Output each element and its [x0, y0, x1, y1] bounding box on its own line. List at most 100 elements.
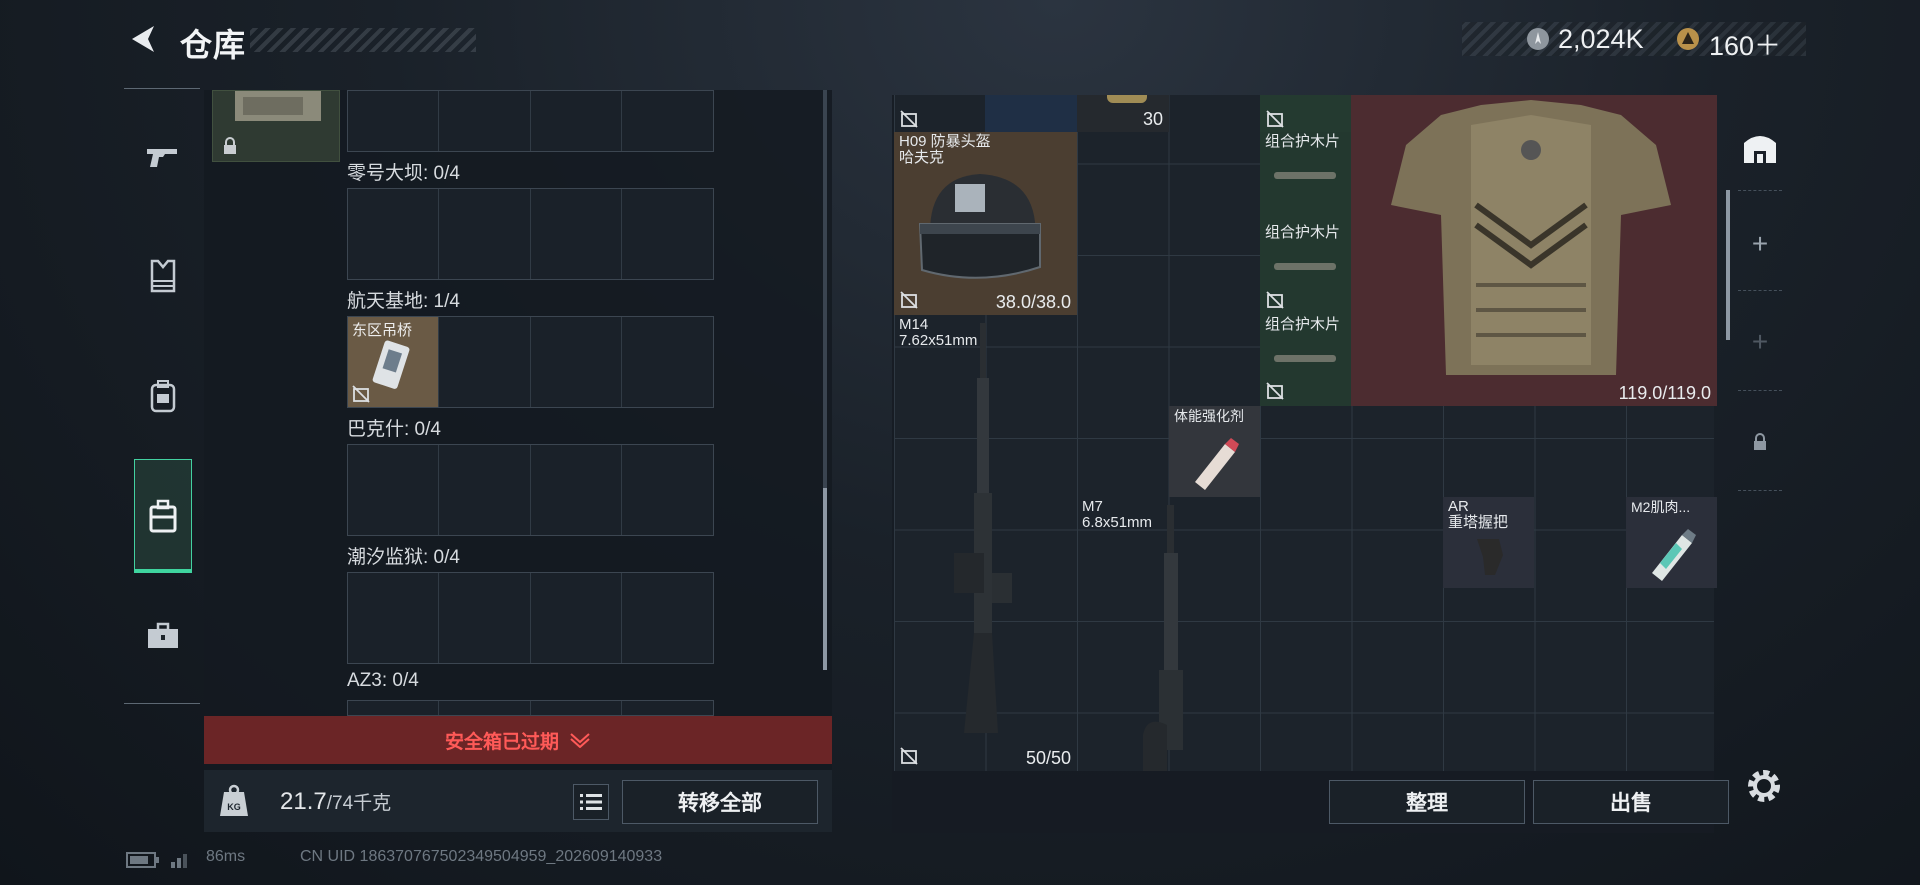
back-arrow-icon[interactable]: [126, 22, 160, 56]
handguard-icon: [1274, 263, 1336, 270]
lock-icon: [224, 137, 236, 154]
stimulant-item[interactable]: 体能强化剂: [1169, 406, 1260, 497]
settings-gear-icon[interactable]: [1744, 766, 1784, 806]
tool-divider: [1738, 290, 1782, 291]
syringe-icon: [1652, 529, 1696, 581]
case-preview-slot[interactable]: [212, 90, 340, 162]
body-armor-icon: [1391, 100, 1671, 375]
rifle-icon: [1143, 505, 1183, 771]
transfer-all-button[interactable]: 转移全部: [622, 780, 818, 824]
helmet-durability: 38.0/38.0: [995, 292, 1071, 312]
keycard-icon: [372, 340, 410, 389]
lock-icon: [1754, 433, 1766, 450]
ping-readout: 86ms: [206, 848, 246, 865]
locked-page-button[interactable]: [1738, 420, 1782, 464]
syringe-icon: [1195, 438, 1239, 490]
weight-readout: 21.7/74千克: [280, 788, 391, 816]
armor-plate-name: 组合护木片: [1265, 224, 1341, 241]
tool-divider: [1738, 390, 1782, 391]
plus-icon: +: [1751, 326, 1769, 357]
case-slots-row-3[interactable]: [347, 444, 714, 536]
weight-kg-icon: KG: [220, 784, 248, 816]
m14-rifle-item[interactable]: M14 7.62x51mm 50/50: [894, 315, 1077, 771]
m2-stim-item[interactable]: M2肌肉...: [1626, 497, 1717, 588]
case-label-space-base: 航天基地: 1/4: [347, 291, 460, 312]
list-view-button[interactable]: [573, 784, 609, 820]
case-slots-row-5[interactable]: [347, 700, 714, 716]
case-thumbnail: [235, 91, 321, 121]
silver-currency-value: 2,024K: [1558, 24, 1644, 54]
safe-box-expired-banner[interactable]: 安全箱已过期: [204, 716, 832, 764]
right-scrollbar-thumb[interactable]: [1726, 190, 1730, 340]
stash-grid[interactable]: 30 H09 防暴头盔 哈夫克 38.0/38.0 组合护木片 组合护木片 组合护…: [894, 95, 1717, 771]
toolbox-icon: [148, 622, 178, 648]
no-transfer-icon: [1266, 382, 1284, 400]
m2-name: M2肌肉...: [1631, 499, 1691, 515]
grip-icon: [1477, 539, 1503, 575]
add-page-button[interactable]: +: [1738, 222, 1782, 266]
stash-page-button[interactable]: [1738, 125, 1782, 169]
nav-armor[interactable]: [133, 246, 193, 306]
east-bridge-label: 东区吊桥: [352, 322, 413, 339]
left-scrollbar-thumb[interactable]: [823, 488, 827, 670]
signal-icon: [171, 854, 187, 868]
expired-text: 安全箱已过期: [444, 731, 559, 753]
sort-button[interactable]: 整理: [1329, 780, 1525, 824]
riot-helmet-icon: [918, 174, 1041, 279]
chevron-down-icon: [570, 733, 590, 748]
partial-item-blue[interactable]: [985, 95, 1077, 132]
partial-item-top-left[interactable]: [894, 95, 985, 132]
tool-divider: [1738, 190, 1782, 191]
no-transfer-icon: [900, 747, 918, 765]
gold-currency-value[interactable]: 160＋: [1709, 24, 1781, 63]
east-bridge-key-slot[interactable]: 东区吊桥: [348, 317, 440, 407]
body-armor-item[interactable]: 119.0/119.0: [1351, 95, 1717, 406]
nav-toolbox[interactable]: [133, 606, 193, 666]
grip-name: AR 重塔握把: [1448, 498, 1509, 531]
stimulant-name: 体能强化剂: [1174, 408, 1244, 424]
armor-plate-name: 组合护木片: [1265, 133, 1341, 150]
case-slots-row-4[interactable]: [347, 572, 714, 664]
no-transfer-icon: [1266, 291, 1284, 309]
partial-item-green[interactable]: [1260, 95, 1351, 132]
sell-button[interactable]: 出售: [1533, 780, 1729, 824]
safe-case-icon: [149, 499, 177, 533]
armor-plate-item-3[interactable]: 组合护木片: [1260, 315, 1351, 406]
nav-weapons[interactable]: [133, 126, 193, 186]
helmet-item[interactable]: H09 防暴头盔 哈夫克 38.0/38.0: [894, 132, 1077, 315]
plus-icon: +: [1751, 228, 1769, 259]
m14-ammo: 50/50: [1025, 748, 1071, 768]
case-slots-row-2[interactable]: 东区吊桥: [347, 316, 714, 408]
silver-coin-icon: [1527, 28, 1549, 50]
player-uid: CN UID 1863707675023495049​59_2026091409…: [300, 848, 663, 865]
no-transfer-icon: [1266, 110, 1284, 128]
ammo-stack-item[interactable]: 30: [1077, 95, 1169, 132]
ammo-icon: [1107, 95, 1147, 103]
m7-rifle-item[interactable]: M7 6.8x51mm: [1077, 497, 1260, 771]
case-label-az3: AZ3: 0/4: [347, 670, 419, 691]
no-transfer-icon: [900, 291, 918, 309]
nav-safe-box[interactable]: [133, 486, 193, 546]
armor-durability: 119.0/119.0: [1618, 383, 1711, 403]
nav-backpack[interactable]: [133, 366, 193, 426]
armor-plate-name: 组合护木片: [1265, 316, 1341, 333]
case-label-bakhsh: 巴克什: 0/4: [347, 419, 441, 440]
warehouse-icon: [1744, 136, 1776, 163]
no-transfer-icon: [352, 385, 370, 403]
rifle-icon: [954, 323, 1012, 733]
case-slots-row-0[interactable]: [347, 90, 714, 152]
grip-item[interactable]: AR 重塔握把: [1443, 497, 1534, 588]
title-decoration: [250, 28, 476, 52]
battery-icon: [126, 852, 159, 868]
ammo-count: 30: [1142, 109, 1163, 129]
tool-divider: [1738, 490, 1782, 491]
pistol-icon: [147, 149, 177, 167]
backpack-icon: [150, 380, 176, 413]
case-slots-row-1[interactable]: [347, 188, 714, 280]
weight-max: /74千克: [326, 793, 392, 814]
armor-plate-item-2[interactable]: 组合护木片: [1260, 223, 1351, 315]
weight-current: 21.7: [280, 788, 327, 815]
add-page-button-disabled[interactable]: +: [1738, 320, 1782, 364]
case-label-dam: 零号大坝: 0/4: [347, 163, 460, 184]
armor-plate-item-1[interactable]: 组合护木片: [1260, 132, 1351, 223]
